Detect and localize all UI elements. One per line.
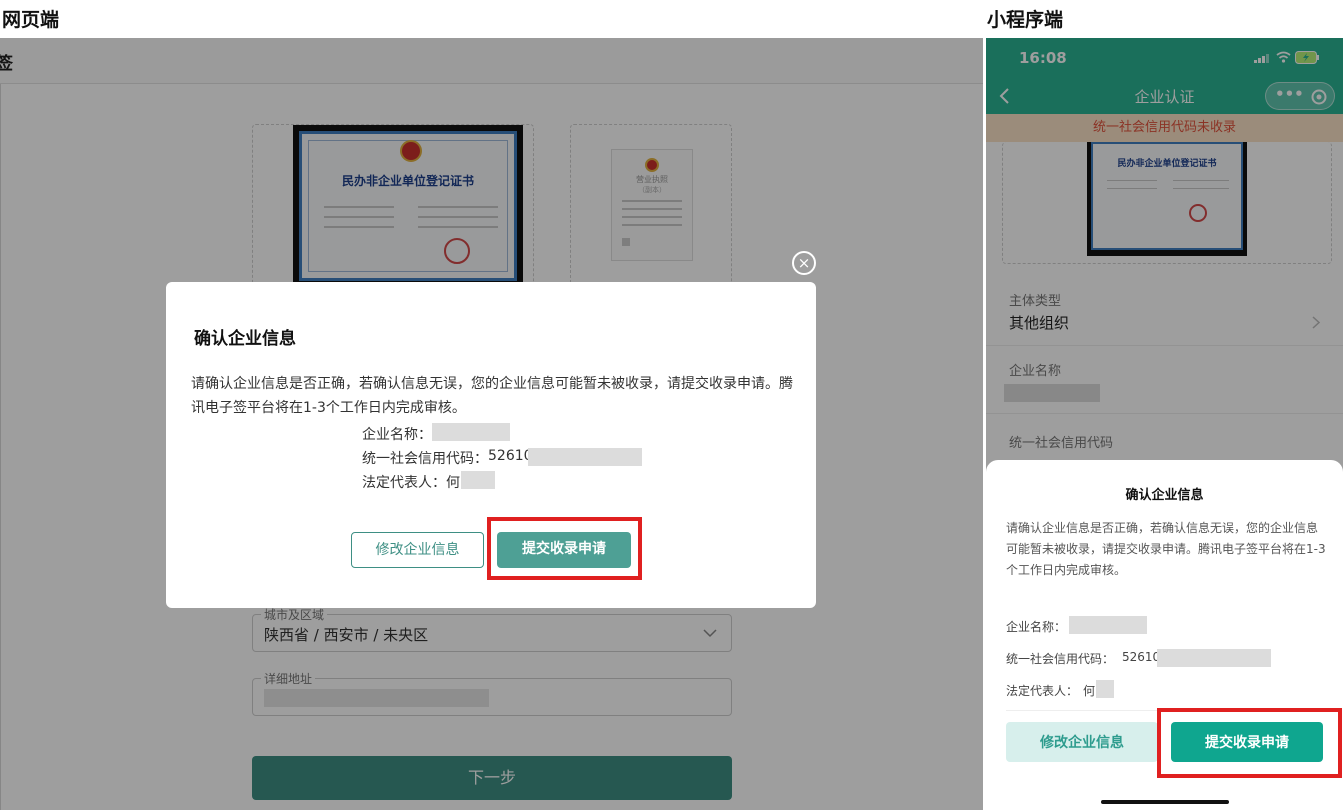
sheet-legal-rep-prefix: 何 <box>1083 684 1096 698</box>
legal-rep-prefix: 何 <box>446 475 460 491</box>
sheet-credit-code-label: 统一社会信用代码： <box>1006 652 1115 666</box>
legal-rep-label: 法定代表人： <box>362 475 446 491</box>
sheet-modify-button[interactable]: 修改企业信息 <box>1006 722 1158 762</box>
sheet-company-name-label: 企业名称： <box>1006 620 1067 634</box>
home-indicator <box>1101 800 1229 804</box>
sheet-credit-code-prefix: 52610 <box>1122 650 1161 664</box>
web-section-label: 网页端 <box>2 9 60 31</box>
sheet-title: 确认企业信息 <box>1125 488 1204 503</box>
dialog-message: 请确认企业信息是否正确，若确认信息无误，您的企业信息可能暂未被收录，请提交收录申… <box>191 376 793 416</box>
close-icon[interactable]: × <box>792 251 816 275</box>
sheet-legal-rep-label: 法定代表人： <box>1006 684 1079 698</box>
mini-section-label: 小程序端 <box>987 9 1064 31</box>
company-name-redacted <box>432 423 510 441</box>
sheet-submit-button[interactable]: 提交收录申请 <box>1171 722 1323 762</box>
legal-rep-redacted <box>461 471 495 489</box>
web-panel: 签 民办非企业单位登记证书 营业执照 （副本） 城市及区域 陕西省 / 西安市 … <box>0 38 983 810</box>
credit-code-prefix: 52610 <box>488 448 533 464</box>
confirm-dialog: 确认企业信息 请确认企业信息是否正确，若确认信息无误，您的企业信息可能暂未被收录… <box>166 282 816 608</box>
sheet-credit-code-redacted <box>1157 649 1271 667</box>
sheet-message: 请确认企业信息是否正确，若确认信息无误，您的企业信息可能暂未被收录，请提交收录申… <box>1006 521 1326 577</box>
dialog-title: 确认企业信息 <box>194 329 296 349</box>
mini-program-panel: 16:08 企业认证 ••• 统一社会信用代码未收录 民办非企业单位登记证书 主… <box>986 38 1343 810</box>
sheet-company-name-redacted <box>1069 616 1147 634</box>
company-name-label: 企业名称： <box>362 427 432 443</box>
confirm-bottom-sheet: 确认企业信息 请确认企业信息是否正确，若确认信息无误，您的企业信息可能暂未被收录… <box>986 460 1343 810</box>
modify-company-info-button[interactable]: 修改企业信息 <box>351 532 484 568</box>
sheet-legal-rep-redacted <box>1096 680 1114 698</box>
submit-inclusion-button[interactable]: 提交收录申请 <box>497 532 631 568</box>
credit-code-redacted <box>528 448 642 466</box>
credit-code-label: 统一社会信用代码： <box>362 451 488 467</box>
